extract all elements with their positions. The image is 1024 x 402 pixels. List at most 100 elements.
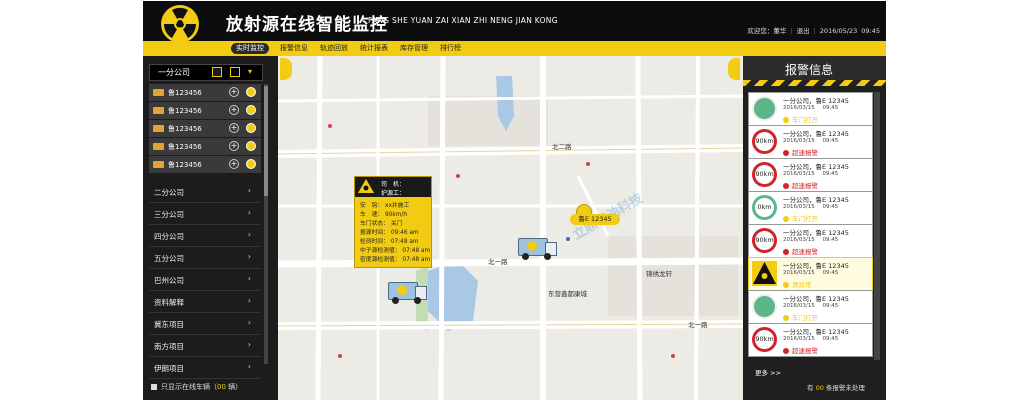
alarm-card[interactable]: 90km 一分公司，鲁E 12345 2016/03/15 09:45 超速报警	[748, 224, 873, 258]
alarm-card[interactable]: 一分公司，鲁E 12345 2016/03/15 09:45 车门打开	[748, 290, 873, 324]
alarm-vehicle: 一分公司，鲁E 12345	[783, 196, 849, 204]
locate-button[interactable]: +	[229, 105, 239, 115]
alarm-status: 超速报警	[783, 180, 818, 190]
company-selector[interactable]: 一分公司 ▾	[149, 64, 263, 81]
tab-track-playback[interactable]: 轨迹回放	[315, 43, 353, 54]
alarm-vehicle: 一分公司，鲁E 12345	[783, 97, 849, 105]
tab-inventory[interactable]: 库存管理	[395, 43, 433, 54]
vehicle-row[interactable]: 鲁123456 +	[149, 156, 261, 174]
group-label: 五分公司	[154, 254, 184, 263]
alarm-status: 超速报警	[783, 147, 818, 157]
vehicle-row[interactable]: 鲁123456 +	[149, 84, 261, 102]
radiation-status-icon	[246, 159, 256, 169]
truck-icon[interactable]	[388, 280, 427, 304]
alarm-vehicle: 一分公司，鲁E 12345	[783, 163, 849, 171]
list-view-icon[interactable]	[230, 67, 240, 77]
tab-statistics[interactable]: 统计报表	[355, 43, 393, 54]
logout-link[interactable]: 退出	[797, 27, 810, 35]
online-filter[interactable]: 只显示在线车辆（00 辆）	[151, 382, 242, 392]
locate-button[interactable]: +	[229, 87, 239, 97]
alarm-status-label: 超速报警	[792, 347, 818, 355]
sidebar-toggle-handle[interactable]	[280, 58, 292, 80]
locate-button[interactable]: +	[229, 123, 239, 133]
group-item[interactable]: 巴州公司 ›	[149, 269, 261, 291]
alarm-scrollbar[interactable]	[874, 92, 880, 360]
tab-alarm-info[interactable]: 报警信息	[275, 43, 313, 54]
online-count: 00	[217, 383, 226, 391]
alarm-vehicle: 一分公司，鲁E 12345	[783, 262, 849, 270]
alarm-status-label: 车门打开	[792, 314, 818, 322]
alarm-card[interactable]: 90km 一分公司，鲁E 12345 2016/03/15 09:45 超速报警	[748, 323, 873, 357]
alarm-date: 2016/03/15	[783, 237, 815, 243]
company-sidebar: 一分公司 ▾ 鲁123456 + 鲁123456 + 鲁123456 + 鲁12…	[143, 56, 278, 400]
chevron-right-icon: ›	[247, 340, 251, 349]
group-label: 巴州公司	[154, 276, 184, 285]
radiation-status-icon	[246, 105, 256, 115]
tab-ranking[interactable]: 排行榜	[435, 43, 466, 54]
alarm-card[interactable]: 90km 一分公司，鲁E 12345 2016/03/15 09:45 超速报警	[748, 158, 873, 192]
chevron-right-icon: ›	[247, 208, 251, 217]
alarm-card[interactable]: 0km 一分公司，鲁E 12345 2016/03/15 09:45 车门打开	[748, 191, 873, 225]
group-item[interactable]: 伊朗项目 ›	[149, 357, 261, 379]
sidebar-scroll-thumb[interactable]	[264, 86, 268, 196]
alarm-status: 超速报警	[783, 246, 818, 256]
vehicle-row[interactable]: 鲁123456 +	[149, 138, 261, 156]
map-canvas[interactable]: 北二路 北一路 北一路 东营鑫都康城 锦绣龙轩 立鼎石油科技 司 机： 护源工：…	[278, 56, 743, 400]
current-date: 2016/05/23	[819, 27, 858, 35]
group-item[interactable]: 冀东项目 ›	[149, 313, 261, 335]
pending-prefix: 有	[807, 384, 816, 392]
marker-plate: 鲁E 12345	[570, 214, 620, 225]
map-roads	[278, 56, 743, 400]
group-item[interactable]: 五分公司 ›	[149, 247, 261, 269]
chevron-down-icon[interactable]: ▾	[248, 67, 252, 76]
company-name: 一分公司	[158, 68, 190, 77]
info-row: 报源时间： 09:46 am	[360, 230, 419, 236]
status-dot-icon	[783, 216, 789, 222]
alarm-time: 09:45	[822, 237, 839, 243]
more-alarms-link[interactable]: 更多 >>	[755, 367, 781, 377]
locate-button[interactable]: +	[229, 159, 239, 169]
group-item[interactable]: 二分公司 ›	[149, 181, 261, 203]
vehicle-row[interactable]: 鲁123456 +	[149, 120, 261, 138]
locate-button[interactable]: +	[229, 141, 239, 151]
vehicle-row[interactable]: 鲁123456 +	[149, 102, 261, 120]
group-item[interactable]: 南方项目 ›	[149, 335, 261, 357]
alarm-time: 09:45	[822, 270, 839, 276]
online-checkbox[interactable]	[151, 384, 157, 390]
alarm-vehicle: 一分公司，鲁E 12345	[783, 229, 849, 237]
group-label: 三分公司	[154, 210, 184, 219]
alarm-card[interactable]: 一分公司，鲁E 12345 2016/03/15 09:45 车门打开	[748, 92, 873, 126]
alarm-card[interactable]: 90km 一分公司，鲁E 12345 2016/03/15 09:45 超速报警	[748, 125, 873, 159]
hazard-stripe	[743, 80, 886, 86]
alarm-panel-toggle-handle[interactable]	[728, 58, 740, 80]
vehicle-plate: 鲁123456	[168, 107, 202, 115]
group-label: 冀东项目	[154, 320, 184, 329]
header: 放射源在线智能监控 FANG SHE YUAN ZAI XIAN ZHI NEN…	[143, 1, 886, 41]
speed-limit-icon: 90km	[752, 228, 777, 253]
alarm-datetime: 2016/03/15 09:45	[783, 270, 838, 276]
status-dot-icon	[783, 348, 789, 354]
vehicle-plate: 鲁123456	[168, 89, 202, 97]
group-label: 伊朗项目	[154, 364, 184, 373]
alarm-status-label: 车门打开	[792, 116, 818, 124]
tab-realtime-monitor[interactable]: 实时监控	[231, 43, 269, 54]
alarm-date: 2016/03/15	[783, 336, 815, 342]
page-subtitle-pinyin: FANG SHE YUAN ZAI XIAN ZHI NENG JIAN KON…	[368, 16, 558, 25]
radiation-warning-icon	[358, 179, 374, 193]
alarm-datetime: 2016/03/15 09:45	[783, 303, 838, 309]
group-label: 南方项目	[154, 342, 184, 351]
group-item[interactable]: 三分公司 ›	[149, 203, 261, 225]
radiation-status-icon	[246, 87, 256, 97]
chevron-right-icon: ›	[247, 186, 251, 195]
radiation-logo-icon	[161, 5, 199, 43]
group-item[interactable]: 资料解释 ›	[149, 291, 261, 313]
chevron-right-icon: ›	[247, 230, 251, 239]
truck-icon[interactable]	[518, 236, 557, 260]
home-icon[interactable]	[212, 67, 222, 77]
status-dot-icon	[783, 183, 789, 189]
speed-limit-icon: 90km	[752, 327, 777, 352]
pending-suffix: 条报警未处理	[823, 384, 865, 392]
alarm-card[interactable]: 一分公司，鲁E 12345 2016/03/15 09:45 源异常	[748, 257, 873, 291]
info-row: 车门状态： 关门	[360, 221, 403, 227]
group-item[interactable]: 四分公司 ›	[149, 225, 261, 247]
